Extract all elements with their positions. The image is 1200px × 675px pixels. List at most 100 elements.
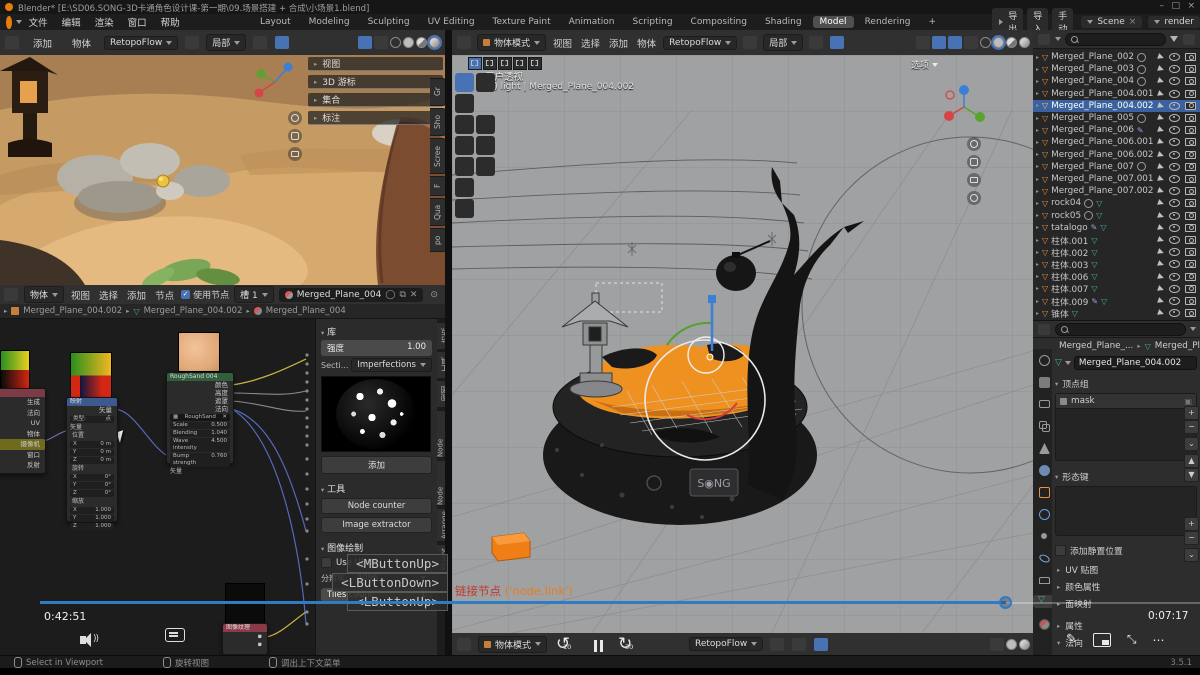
- workspace-tab-layout[interactable]: Layout: [253, 16, 298, 28]
- video-progress-remainder[interactable]: [1006, 602, 1200, 604]
- shading-wireframe-icon[interactable]: [980, 37, 991, 48]
- menu-edit[interactable]: 编辑: [62, 15, 81, 29]
- outliner-row[interactable]: ▸▽柱体.007▽: [1033, 283, 1200, 295]
- mode-dropdown[interactable]: 物体模式: [478, 636, 547, 653]
- properties-search[interactable]: [1055, 323, 1186, 336]
- side-tab-po[interactable]: po: [430, 228, 446, 252]
- gizmo-toggle-icon[interactable]: [932, 36, 946, 49]
- forward-30-button[interactable]: ↻30: [618, 636, 640, 656]
- outliner-row[interactable]: ▸▽Merged_Plane_002: [1033, 51, 1200, 63]
- vgroup-specials-button[interactable]: ⌄: [1184, 437, 1199, 451]
- vertex-group-item[interactable]: mask ▣: [1056, 394, 1196, 409]
- pin-icon[interactable]: ⊙: [430, 290, 438, 300]
- outliner-row[interactable]: ▸▽rock04▽: [1033, 197, 1200, 209]
- volume-icon[interactable]: [80, 629, 86, 648]
- panel-annotations[interactable]: ▸标注: [308, 111, 443, 125]
- outliner-row[interactable]: ▸▽柱体.009✎▽: [1033, 295, 1200, 307]
- workspace-tab-shading[interactable]: Shading: [758, 16, 809, 28]
- new-material-icon[interactable]: ⧉: [399, 290, 405, 300]
- rewind-10-button[interactable]: ↺10: [556, 636, 578, 656]
- outliner-row[interactable]: ▸▽Merged_Plane_007: [1033, 161, 1200, 173]
- overlays-toggle-icon[interactable]: [374, 36, 388, 49]
- vgroup-move-up-button[interactable]: ▲: [1184, 454, 1199, 468]
- outliner-row[interactable]: ▸▽Merged_Plane_007.001: [1033, 173, 1200, 185]
- shading-rendered-icon[interactable]: [1019, 37, 1030, 48]
- exit-fullscreen-icon[interactable]: ⤡: [1127, 632, 1137, 647]
- outliner-row[interactable]: ▸▽柱体.003▽: [1033, 258, 1200, 270]
- outliner-row[interactable]: ▸▽柱体.006▽: [1033, 271, 1200, 283]
- tab-world[interactable]: [1036, 463, 1049, 476]
- tab-modifiers[interactable]: [1036, 507, 1049, 520]
- snap-magnet-icon[interactable]: [809, 36, 823, 49]
- zoom-icon[interactable]: [967, 137, 981, 151]
- panel-3d-cursor[interactable]: ▸3D 游标: [308, 75, 443, 89]
- shading-solid-icon[interactable]: [403, 37, 414, 48]
- transform-tool[interactable]: [476, 136, 495, 155]
- overlay-toggle-icon[interactable]: [990, 638, 1004, 651]
- maximize-button[interactable]: □: [1171, 1, 1180, 11]
- tools-section[interactable]: ▾ 工具: [321, 482, 432, 495]
- filter-funnel-icon[interactable]: [1170, 36, 1178, 42]
- xray-toggle-icon[interactable]: [964, 36, 978, 49]
- prop-breadcrumb-object[interactable]: Merged_Plane_...: [1059, 341, 1133, 351]
- add-button[interactable]: 添加: [321, 456, 432, 474]
- shader-editor-type-icon[interactable]: [4, 288, 18, 301]
- outliner-row[interactable]: ▸▽Merged_Plane_006✎: [1033, 124, 1200, 136]
- tab-material[interactable]: [1036, 617, 1049, 630]
- prop-breadcrumb-data[interactable]: Merged_Plane_...: [1155, 341, 1200, 351]
- workspace-tab-scripting[interactable]: Scripting: [626, 16, 680, 28]
- outliner-type-icon[interactable]: [1038, 34, 1050, 45]
- measure-tool[interactable]: [476, 157, 495, 176]
- retopoflow-menu[interactable]: RetopoFlow: [104, 36, 178, 50]
- shading-solid-icon[interactable]: [993, 37, 1004, 48]
- video-progress-handle[interactable]: [999, 596, 1012, 609]
- unlink-material-icon[interactable]: ✕: [410, 290, 418, 300]
- use-nodes-checkbox[interactable]: ✓ 使用节点: [181, 288, 229, 301]
- select-box-tool[interactable]: [455, 73, 474, 92]
- section-uv-maps[interactable]: ▸UV 贴图: [1057, 563, 1192, 576]
- imperfections-dropdown[interactable]: Imperfections: [351, 358, 432, 372]
- tab-scene[interactable]: [1036, 441, 1049, 454]
- section-face-maps[interactable]: ▸面映射: [1057, 597, 1192, 610]
- vertex-groups-panel-header[interactable]: ▾顶点组: [1055, 377, 1197, 390]
- workspace-tab-modeling[interactable]: Modeling: [302, 16, 357, 28]
- workspace-tab-rendering[interactable]: Rendering: [858, 16, 918, 28]
- side-tab-f[interactable]: F: [430, 176, 446, 196]
- cursor-tool[interactable]: [476, 73, 495, 92]
- perspective-toggle-icon[interactable]: [967, 191, 981, 205]
- tweak-tool[interactable]: [455, 94, 474, 113]
- shapekey-add-button[interactable]: +: [1184, 517, 1199, 531]
- mode-dropdown[interactable]: 物体模式: [477, 34, 546, 51]
- image-paint-section[interactable]: ▾ 图像绘制: [321, 541, 432, 554]
- navigation-gizmo[interactable]: [940, 83, 988, 131]
- camera-view-icon[interactable]: [288, 147, 302, 161]
- transform-orientation[interactable]: 局部: [206, 34, 246, 51]
- minimize-button[interactable]: –: [1160, 1, 1165, 11]
- left-menu-object[interactable]: 物体: [72, 36, 91, 50]
- snap-toggle-icon[interactable]: [830, 36, 844, 49]
- rotate-tool[interactable]: [476, 115, 495, 134]
- transform-orientation[interactable]: 局部: [763, 34, 803, 51]
- workspace-tab-model[interactable]: Model: [813, 16, 854, 28]
- outliner-search[interactable]: [1065, 33, 1166, 46]
- navigation-gizmo[interactable]: [252, 59, 298, 105]
- vgroup-move-down-button[interactable]: ▼: [1184, 468, 1199, 482]
- snap-magnet-icon[interactable]: [253, 36, 267, 49]
- rendered-viewport[interactable]: ▸视图 ▸3D 游标 ▸集合 ▸标注: [0, 55, 445, 285]
- add-workspace-button[interactable]: +: [922, 16, 944, 28]
- shapekey-remove-button[interactable]: −: [1184, 531, 1199, 545]
- extra-tool[interactable]: [455, 199, 474, 218]
- vgroup-add-button[interactable]: +: [1184, 406, 1199, 420]
- blender-app-icon[interactable]: [6, 16, 12, 29]
- outliner-row[interactable]: ▸▽tatalogo✎▽: [1033, 222, 1200, 234]
- shading-solid-icon[interactable]: [1006, 639, 1017, 650]
- node-menu-select[interactable]: 选择: [99, 288, 118, 302]
- shading-rendered-icon[interactable]: [429, 37, 440, 48]
- mapping-node[interactable]: 映射 矢量 类型:点 矢量 位置 X0 m Y0 m Z0 m 旋转 X0° Y…: [66, 397, 118, 522]
- annotate-tool[interactable]: [455, 157, 474, 176]
- outliner-row[interactable]: ▸▽Merged_Plane_006.002: [1033, 149, 1200, 161]
- outliner-row[interactable]: ▸▽柱体.001▽: [1033, 234, 1200, 246]
- pan-hand-icon[interactable]: [967, 155, 981, 169]
- side-tab-qua[interactable]: Qua: [430, 198, 446, 226]
- subtitle-danmaku-icon[interactable]: [165, 628, 185, 642]
